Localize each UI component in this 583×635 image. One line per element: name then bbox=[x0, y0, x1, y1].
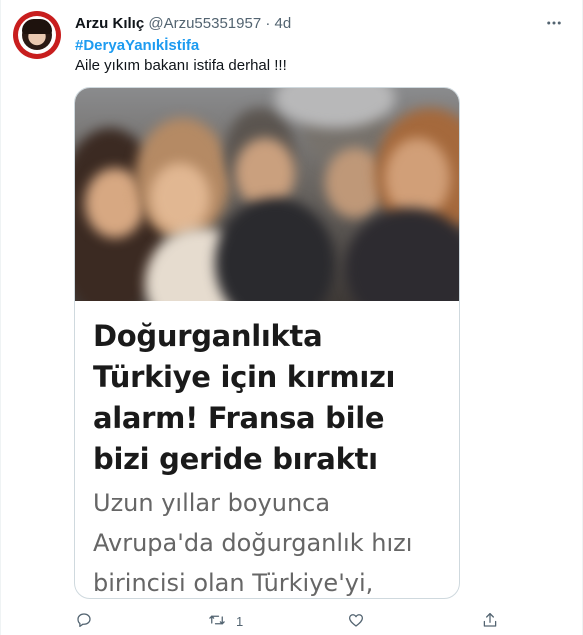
more-icon[interactable] bbox=[542, 11, 566, 35]
reply-button[interactable] bbox=[75, 610, 103, 632]
avatar-hair bbox=[22, 19, 52, 34]
retweet-button[interactable]: 1 bbox=[208, 610, 243, 632]
hashtag-link[interactable]: #DeryaYanıkİstifa bbox=[75, 36, 199, 56]
tweet-header: Arzu Kılıç @Arzu55351957 · 4d bbox=[75, 14, 522, 34]
share-icon bbox=[481, 611, 499, 632]
action-bar: 1 bbox=[75, 610, 515, 632]
retweet-icon bbox=[208, 611, 226, 632]
reply-icon bbox=[75, 611, 93, 632]
avatar[interactable] bbox=[13, 11, 61, 59]
tweet-time[interactable]: 4d bbox=[275, 15, 292, 32]
author-name[interactable]: Arzu Kılıç bbox=[75, 15, 144, 32]
retweet-count: 1 bbox=[236, 613, 244, 629]
author-handle[interactable]: @Arzu55351957 bbox=[148, 15, 261, 32]
card-headline: Doğurganlıkta Türkiye için kırmızı alarm… bbox=[93, 319, 396, 476]
share-button[interactable] bbox=[481, 610, 509, 632]
like-button[interactable] bbox=[347, 610, 375, 632]
tweet[interactable]: Arzu Kılıç @Arzu55351957 · 4d #DeryaYanı… bbox=[0, 0, 583, 635]
like-icon bbox=[347, 611, 365, 632]
card-image bbox=[75, 88, 459, 301]
tweet-text: Aile yıkım bakanı istifa derhal !!! bbox=[75, 57, 287, 74]
separator-dot: · bbox=[265, 15, 271, 32]
card-body: Uzun yıllar boyunca Avrupa'da doğurganlı… bbox=[93, 489, 413, 597]
link-card[interactable]: Doğurganlıkta Türkiye için kırmızı alarm… bbox=[74, 87, 460, 599]
